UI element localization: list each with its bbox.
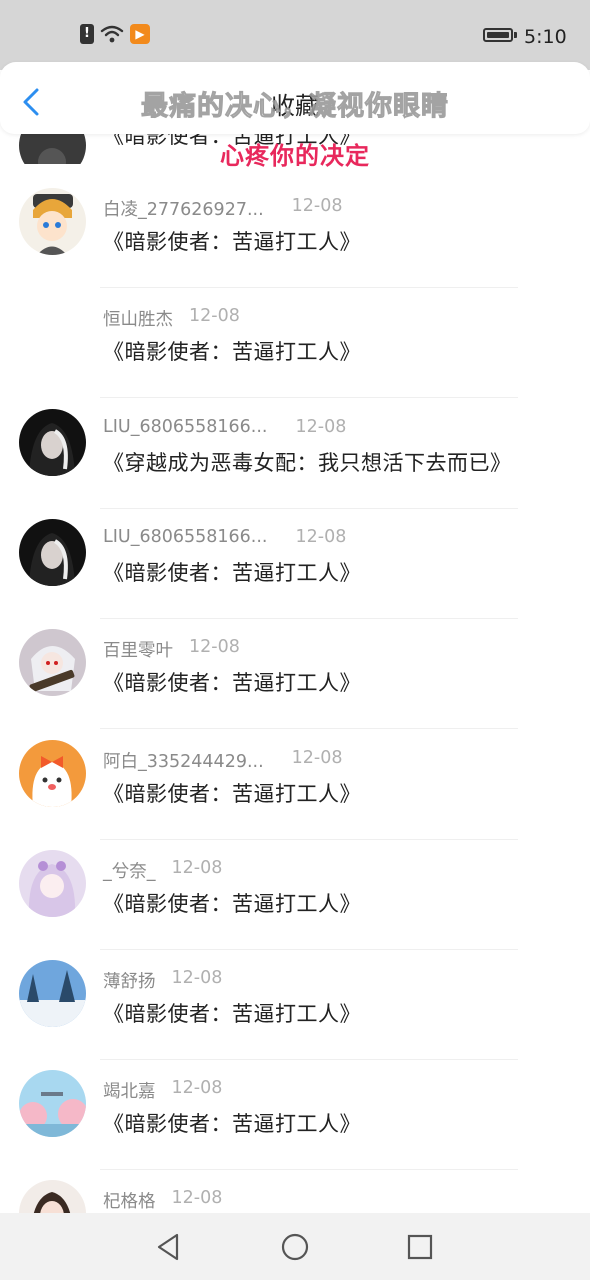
system-nav-bar	[0, 1213, 590, 1280]
avatar	[19, 629, 86, 696]
avatar	[19, 960, 86, 1027]
favorite-title: 《穿越成为恶毒女配：我只想活下去而已》	[103, 451, 512, 475]
status-icons: ! ▶	[80, 24, 150, 44]
date: 12-08	[189, 637, 240, 657]
user-name-row: 阿白_335244429... 12-08	[103, 748, 343, 773]
nav-home-icon[interactable]	[277, 1229, 313, 1265]
favorite-title: 《暗影使者：苦逼打工人》	[103, 892, 361, 916]
avatar	[19, 740, 86, 807]
user-name: 恒山胜杰	[103, 310, 173, 330]
date: 12-08	[171, 1188, 223, 1208]
nav-back-icon[interactable]	[151, 1229, 187, 1265]
floating-lyric-line-2: 心疼你的决定	[220, 142, 370, 170]
user-name: 白凌_277626927...	[103, 200, 264, 220]
list-item[interactable]: 白凌_277626927... 12-08 《暗影使者：苦逼打工人》	[0, 178, 590, 288]
favorite-title: 《暗影使者：苦逼打工人》	[103, 782, 361, 806]
date: 12-08	[291, 196, 343, 216]
list-item[interactable]: 阿白_335244429... 12-08 《暗影使者：苦逼打工人》	[0, 730, 590, 840]
user-name-row: 白凌_277626927... 12-08	[103, 196, 343, 221]
date: 12-08	[171, 968, 223, 988]
date: 12-08	[291, 748, 343, 768]
floating-lyric-line-1: 最痛的决心，凝视你眼睛	[141, 91, 449, 123]
user-name: 竭北嘉	[103, 1082, 156, 1102]
list-item[interactable]: LIU_6806558166... 12-08 《穿越成为恶毒女配：我只想活下去…	[0, 399, 590, 509]
avatar	[19, 188, 86, 255]
user-name: 百里零叶	[103, 641, 173, 661]
favorite-title: 《暗影使者：苦逼打工人》	[103, 561, 361, 585]
list-item[interactable]: _兮奈_ 12-08 《暗影使者：苦逼打工人》	[0, 840, 590, 950]
divider	[100, 397, 518, 398]
divider	[100, 728, 518, 729]
avatar	[19, 409, 86, 476]
alert-icon: !	[80, 24, 94, 44]
status-bar: ! ▶ 5:10	[0, 0, 590, 70]
user-name: 薄舒扬	[103, 972, 156, 992]
date: 12-08	[171, 858, 223, 878]
user-name-row: LIU_6806558166... 12-08	[103, 417, 346, 437]
user-name-row: 薄舒扬 12-08	[103, 968, 222, 993]
favorite-title: 《暗影使者：苦逼打工人》	[103, 1112, 361, 1136]
list-item[interactable]: 薄舒扬 12-08 《暗影使者：苦逼打工人》	[0, 950, 590, 1060]
user-name-row: 百里零叶 12-08	[103, 637, 240, 662]
status-time: 5:10	[524, 26, 567, 48]
user-name-row: 竭北嘉 12-08	[103, 1078, 222, 1103]
user-name: LIU_6806558166...	[103, 527, 268, 547]
list-item[interactable]: LIU_6806558166... 12-08 《暗影使者：苦逼打工人》	[0, 509, 590, 619]
list-item[interactable]: 竭北嘉 12-08 《暗影使者：苦逼打工人》	[0, 1060, 590, 1170]
favorite-title: 《暗影使者：苦逼打工人》	[103, 340, 361, 364]
favorite-title: 《暗影使者：苦逼打工人》	[103, 1002, 361, 1026]
date: 12-08	[189, 306, 240, 326]
user-name: _兮奈_	[103, 862, 156, 882]
date: 12-08	[171, 1078, 223, 1098]
user-name-row: 恒山胜杰 12-08	[103, 306, 240, 331]
list-item[interactable]: 百里零叶 12-08 《暗影使者：苦逼打工人》	[0, 619, 590, 729]
favorite-title: 《暗影使者：苦逼打工人》	[103, 671, 361, 695]
avatar	[19, 850, 86, 917]
user-name: LIU_6806558166...	[103, 417, 268, 437]
favorite-title: 《暗影使者：苦逼打工人》	[103, 230, 361, 254]
user-name-row: LIU_6806558166... 12-08	[103, 527, 346, 547]
user-name: 杞格格	[103, 1192, 156, 1212]
battery-icon	[483, 28, 513, 42]
date: 12-08	[295, 417, 347, 437]
battery-tip	[514, 32, 517, 38]
date: 12-08	[295, 527, 347, 547]
user-name-row: 杞格格 12-08	[103, 1188, 222, 1213]
nav-recents-icon[interactable]	[402, 1229, 438, 1265]
list-item[interactable]: 恒山胜杰 12-08 《暗影使者：苦逼打工人》	[0, 288, 590, 398]
avatar	[19, 1070, 86, 1137]
avatar	[19, 519, 86, 586]
video-app-icon: ▶	[130, 24, 150, 44]
user-name: 阿白_335244429...	[103, 752, 264, 772]
user-name-row: _兮奈_ 12-08	[103, 858, 222, 883]
wifi-icon	[100, 25, 124, 43]
